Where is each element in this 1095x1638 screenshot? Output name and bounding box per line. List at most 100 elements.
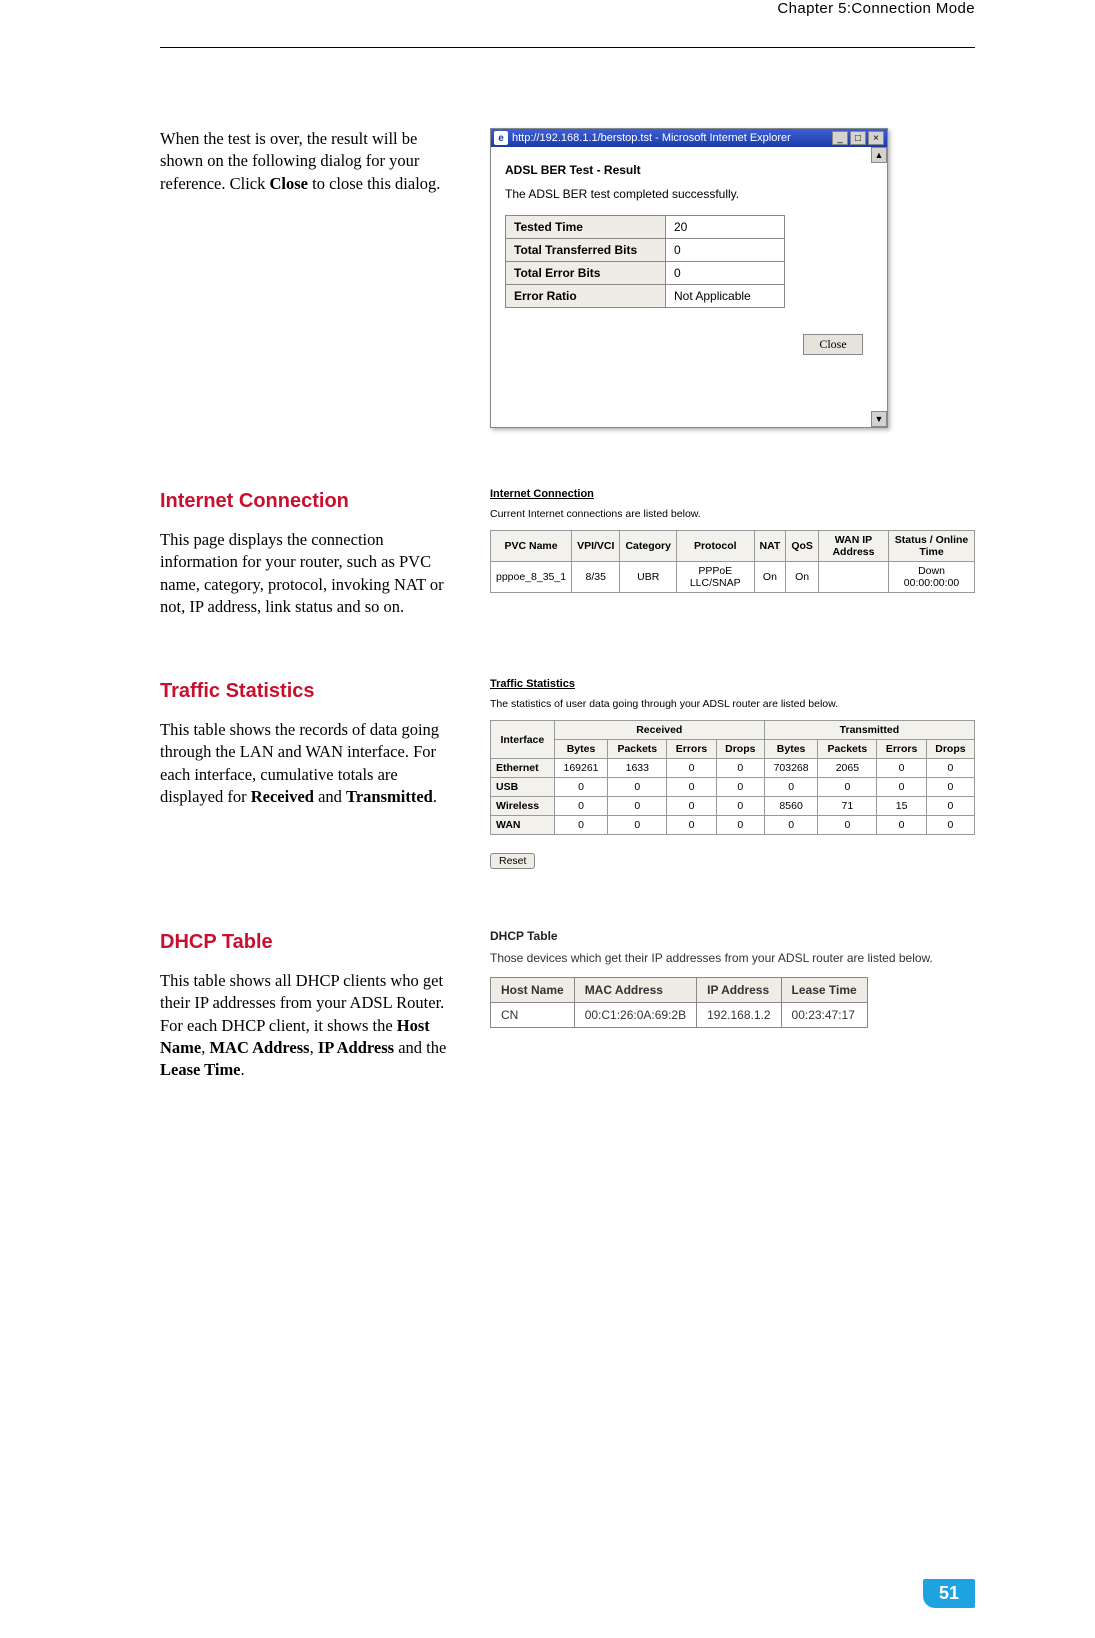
table-row: USB00000000	[491, 778, 975, 797]
th: VPI/VCI	[572, 531, 620, 562]
text-bold: Close	[269, 174, 308, 193]
ber-result-dialog: e http://192.168.1.1/berstop.tst - Micro…	[490, 128, 888, 428]
internet-description: This page displays the connection inform…	[160, 529, 460, 618]
text: and the	[394, 1038, 446, 1057]
text-bold: MAC Address	[209, 1038, 309, 1057]
scroll-up-icon[interactable]: ▲	[871, 147, 887, 163]
cell: Tested Time	[506, 216, 666, 239]
traffic-description: This table shows the records of data goi…	[160, 719, 460, 808]
dhcp-panel: DHCP Table Those devices which get their…	[490, 929, 975, 1028]
th: Errors	[667, 740, 716, 759]
cell: PPPoE LLC/SNAP	[676, 562, 754, 593]
cell: 0	[666, 239, 785, 262]
ber-result-table: Tested Time20 Total Transferred Bits0 To…	[505, 215, 785, 308]
ber-heading: ADSL BER Test - Result	[505, 163, 873, 177]
section-heading-internet: Internet Connection	[160, 488, 460, 515]
cell: 0	[716, 759, 764, 778]
cell: Wireless	[491, 797, 555, 816]
table-header-row: Interface Received Transmitted	[491, 721, 975, 740]
cell: 0	[608, 816, 667, 835]
reset-button[interactable]: Reset	[490, 853, 535, 869]
panel-title: DHCP Table	[490, 929, 975, 943]
panel-title: Internet Connection	[490, 488, 975, 500]
cell: 0	[764, 816, 818, 835]
th: Packets	[608, 740, 667, 759]
th: QoS	[786, 531, 819, 562]
cell: 00:23:47:17	[781, 1003, 867, 1028]
cell: Down 00:00:00:00	[889, 562, 975, 593]
th: Category	[620, 531, 677, 562]
traffic-panel: Traffic Statistics The statistics of use…	[490, 678, 975, 869]
internet-table: PVC Name VPI/VCI Category Protocol NAT Q…	[490, 530, 975, 593]
text-bold: Received	[251, 787, 314, 806]
th: Bytes	[764, 740, 818, 759]
cell: 0	[764, 778, 818, 797]
cell: 0	[877, 816, 926, 835]
th: Transmitted	[764, 721, 974, 740]
cell: pppoe_8_35_1	[491, 562, 572, 593]
cell: CN	[491, 1003, 575, 1028]
dialog-titlebar: e http://192.168.1.1/berstop.tst - Micro…	[491, 129, 887, 147]
minimize-button[interactable]: _	[832, 131, 848, 145]
cell: 0	[608, 778, 667, 797]
table-row: Error RatioNot Applicable	[506, 285, 785, 308]
cell: 0	[667, 778, 716, 797]
th: PVC Name	[491, 531, 572, 562]
ie-icon: e	[494, 131, 508, 145]
cell: 0	[554, 797, 608, 816]
cell: On	[754, 562, 786, 593]
cell: 169261	[554, 759, 608, 778]
cell: 8560	[764, 797, 818, 816]
dhcp-description: This table shows all DHCP clients who ge…	[160, 970, 460, 1081]
cell: 71	[818, 797, 877, 816]
cell: 703268	[764, 759, 818, 778]
internet-panel: Internet Connection Current Internet con…	[490, 488, 975, 593]
page-number: 51	[923, 1579, 975, 1608]
chapter-header: Chapter 5:Connection Mode	[160, 0, 975, 23]
text-bold: Lease Time	[160, 1060, 241, 1079]
text: .	[241, 1060, 245, 1079]
cell: Total Transferred Bits	[506, 239, 666, 262]
section-heading-traffic: Traffic Statistics	[160, 678, 460, 705]
th: Drops	[926, 740, 974, 759]
cell: 0	[926, 816, 974, 835]
cell	[818, 562, 888, 593]
text: to close this dialog.	[308, 174, 440, 193]
panel-sub: The statistics of user data going throug…	[490, 698, 975, 710]
th: WAN IP Address	[818, 531, 888, 562]
header-rule	[160, 47, 975, 48]
cell: 0	[877, 778, 926, 797]
table-row: Wireless0000856071150	[491, 797, 975, 816]
th: Errors	[877, 740, 926, 759]
panel-sub: Those devices which get their IP address…	[490, 951, 975, 965]
cell: 0	[554, 778, 608, 797]
table-header-row: PVC Name VPI/VCI Category Protocol NAT Q…	[491, 531, 975, 562]
scroll-down-icon[interactable]: ▼	[871, 411, 887, 427]
table-row: Ethernet169261163300703268206500	[491, 759, 975, 778]
th: Packets	[818, 740, 877, 759]
cell: Total Error Bits	[506, 262, 666, 285]
close-button[interactable]: Close	[803, 334, 863, 355]
table-row: pppoe_8_35_1 8/35 UBR PPPoE LLC/SNAP On …	[491, 562, 975, 593]
cell: 0	[926, 797, 974, 816]
cell: Error Ratio	[506, 285, 666, 308]
cell: USB	[491, 778, 555, 797]
close-window-button[interactable]: ×	[868, 131, 884, 145]
cell: WAN	[491, 816, 555, 835]
cell: 0	[667, 816, 716, 835]
cell: 0	[667, 797, 716, 816]
panel-title: Traffic Statistics	[490, 678, 975, 690]
ber-description: When the test is over, the result will b…	[160, 128, 460, 195]
text: .	[433, 787, 437, 806]
th: Host Name	[491, 978, 575, 1003]
th: Bytes	[554, 740, 608, 759]
dialog-title: http://192.168.1.1/berstop.tst - Microso…	[512, 132, 830, 144]
maximize-button[interactable]: □	[850, 131, 866, 145]
cell: 0	[818, 778, 877, 797]
table-row: Total Transferred Bits0	[506, 239, 785, 262]
th: Lease Time	[781, 978, 867, 1003]
cell: 192.168.1.2	[697, 1003, 781, 1028]
table-row: Tested Time20	[506, 216, 785, 239]
cell: 0	[877, 759, 926, 778]
th: NAT	[754, 531, 786, 562]
